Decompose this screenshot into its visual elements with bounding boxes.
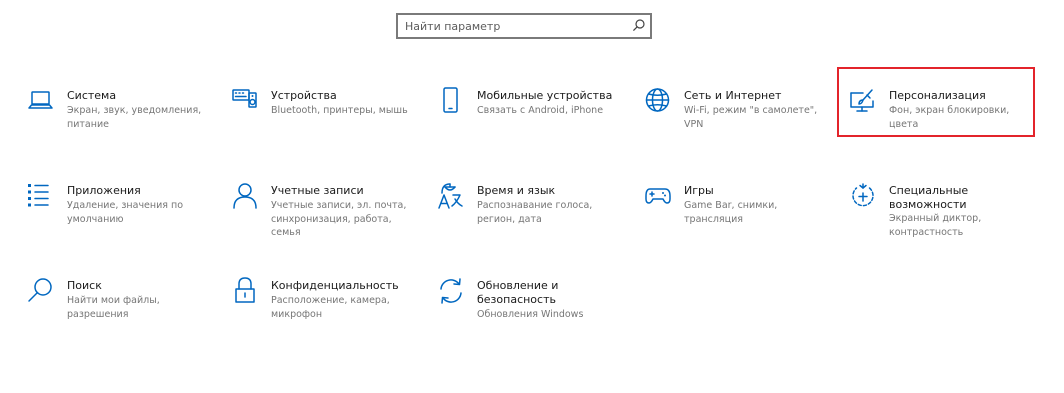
search-input[interactable] bbox=[398, 15, 631, 37]
tile-devices[interactable]: Устройства Bluetooth, принтеры, мышь bbox=[231, 87, 421, 137]
tile-title: Специальные возможности bbox=[889, 184, 969, 211]
gamepad-icon bbox=[645, 188, 671, 204]
language-time-icon bbox=[438, 183, 463, 209]
globe-icon bbox=[645, 88, 670, 112]
tile-privacy[interactable]: Конфиденциальность Расположение, камера,… bbox=[231, 277, 421, 327]
tile-description: Bluetooth, принтеры, мышь bbox=[271, 105, 408, 116]
tile-title: Конфиденциальность bbox=[271, 279, 399, 292]
tile-description: Фон, экран блокировки, цвета bbox=[889, 105, 1010, 130]
tile-title: Время и язык bbox=[477, 184, 556, 197]
tile-title: Приложения bbox=[67, 184, 141, 197]
tile-accounts[interactable]: Учетные записи Учетные записи, эл. почта… bbox=[231, 182, 421, 238]
tile-title: Система bbox=[67, 89, 117, 102]
tile-description: Связать с Android, iPhone bbox=[477, 105, 604, 116]
tile-description: Обновления Windows bbox=[477, 309, 584, 320]
paintbrush-monitor-icon bbox=[850, 89, 874, 112]
tile-title: Поиск bbox=[67, 279, 102, 292]
tile-time-language[interactable]: Время и язык Распознавание голоса, регио… bbox=[437, 182, 627, 232]
magnifier-icon[interactable] bbox=[632, 18, 646, 32]
tile-title: Персонализация bbox=[889, 89, 986, 102]
tile-title: Устройства bbox=[271, 89, 337, 102]
tile-system[interactable]: Система Экран, звук, уведомления, питани… bbox=[27, 87, 217, 137]
tile-title: Сеть и Интернет bbox=[684, 89, 782, 102]
keyboard-speaker-icon bbox=[232, 89, 257, 108]
tile-title: Игры bbox=[684, 184, 714, 197]
tile-description: Учетные записи, эл. почта, синхронизация… bbox=[271, 200, 407, 238]
tile-accessibility[interactable]: Специальные возможности Экранный диктор,… bbox=[849, 182, 1029, 242]
tile-title: Обновление и безопасность bbox=[477, 279, 559, 306]
tile-search[interactable]: Поиск Найти мои файлы, разрешения bbox=[27, 277, 217, 327]
tile-description: Экран, звук, уведомления, питание bbox=[67, 105, 202, 130]
tile-title: Учетные записи bbox=[271, 184, 364, 197]
tile-title: Мобильные устройства bbox=[477, 89, 613, 102]
search-icon bbox=[28, 278, 52, 302]
tile-description: Wi-Fi, режим "в самолете", VPN bbox=[684, 105, 818, 130]
tile-network[interactable]: Сеть и Интернет Wi-Fi, режим "в самолете… bbox=[644, 87, 834, 137]
tile-gaming[interactable]: Игры Game Bar, снимки, трансляция bbox=[644, 182, 834, 232]
apps-list-icon bbox=[28, 184, 49, 207]
tile-description: Game Bar, снимки, трансляция bbox=[684, 200, 778, 225]
update-sync-icon bbox=[440, 278, 462, 304]
settings-home: Система Экран, звук, уведомления, питани… bbox=[0, 0, 1064, 393]
tile-mobile-devices[interactable]: Мобильные устройства Связать с Android, … bbox=[437, 87, 627, 137]
tile-description: Удаление, значения по умолчанию bbox=[67, 200, 184, 225]
tile-description: Найти мои файлы, разрешения bbox=[67, 295, 160, 320]
tile-description: Экранный диктор, контрастность bbox=[889, 213, 982, 238]
laptop-icon bbox=[28, 91, 53, 109]
accessibility-icon bbox=[852, 183, 874, 207]
search-box[interactable] bbox=[396, 13, 652, 39]
tile-description: Распознавание голоса, регион, дата bbox=[477, 200, 593, 225]
tile-update-security[interactable]: Обновление и безопасность Обновления Win… bbox=[437, 277, 627, 332]
tile-personalization[interactable]: Персонализация Фон, экран блокировки, цв… bbox=[849, 87, 1029, 130]
phone-icon bbox=[443, 87, 458, 113]
lock-icon bbox=[235, 277, 255, 303]
tile-apps[interactable]: Приложения Удаление, значения по умолчан… bbox=[27, 182, 217, 232]
person-icon bbox=[233, 183, 257, 209]
tile-description: Расположение, камера, микрофон bbox=[271, 295, 390, 320]
